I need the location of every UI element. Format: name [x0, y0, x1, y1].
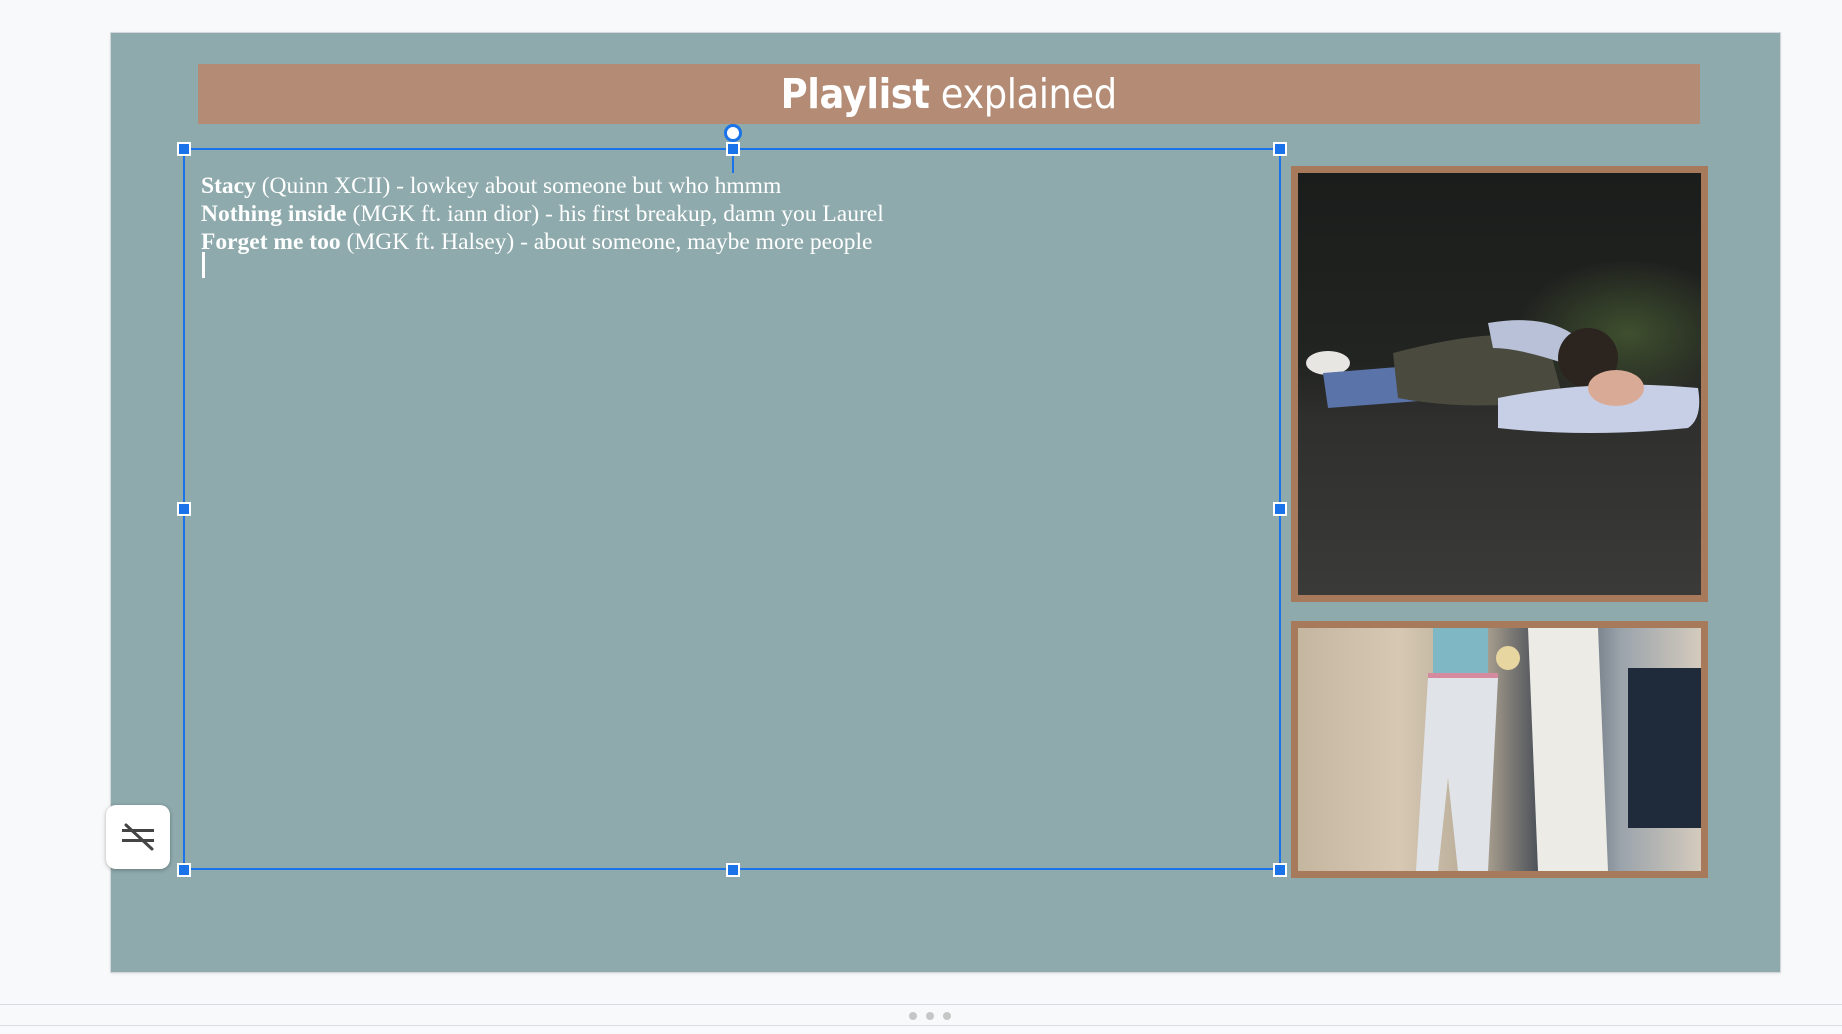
selected-text-box[interactable]: Stacy (Quinn XCII) - lowkey about someon…: [183, 148, 1281, 870]
playlist-line-1: Stacy (Quinn XCII) - lowkey about someon…: [201, 172, 884, 200]
slide-canvas[interactable]: Playlist explained Stacy (Quinn XCII) - …: [111, 33, 1780, 972]
resize-handle-bottom-right[interactable]: [1273, 863, 1287, 877]
rotate-handle[interactable]: [724, 124, 742, 142]
photo-people-holding-hands[interactable]: [1291, 621, 1708, 878]
photo-person-lying-on-road[interactable]: [1291, 166, 1708, 602]
clear-formatting-button[interactable]: [106, 805, 170, 869]
drag-handle-dots-icon[interactable]: [909, 1012, 951, 1020]
song-title: Nothing inside: [201, 201, 347, 227]
resize-handle-bottom-center[interactable]: [726, 863, 740, 877]
speaker-notes-divider[interactable]: [0, 1004, 1842, 1026]
resize-handle-top-left[interactable]: [177, 142, 191, 156]
resize-handle-middle-right[interactable]: [1273, 502, 1287, 516]
resize-handle-middle-left[interactable]: [177, 502, 191, 516]
title-bold-word: Playlist: [780, 70, 930, 118]
title-rest-word: explained: [929, 70, 1117, 118]
text-caret: [202, 252, 205, 278]
text-box-content[interactable]: Stacy (Quinn XCII) - lowkey about someon…: [201, 172, 884, 256]
song-title: Forget me too: [201, 229, 341, 255]
song-description: (MGK ft. iann dior) - his first breakup,…: [346, 201, 884, 227]
title-bar[interactable]: Playlist explained: [198, 64, 1700, 124]
photo-image: [1298, 173, 1701, 595]
playlist-line-3: Forget me too (MGK ft. Halsey) - about s…: [201, 228, 884, 256]
resize-handle-top-right[interactable]: [1273, 142, 1287, 156]
song-description: (Quinn XCII) - lowkey about someone but …: [255, 173, 782, 199]
resize-handle-top-center[interactable]: [726, 142, 740, 156]
resize-handle-bottom-left[interactable]: [177, 863, 191, 877]
slide-title: Playlist explained: [781, 70, 1117, 118]
playlist-line-2: Nothing inside (MGK ft. iann dior) - his…: [201, 200, 884, 228]
clear-formatting-icon: [122, 823, 154, 851]
song-title: Stacy: [201, 173, 256, 199]
song-description: (MGK ft. Halsey) - about someone, maybe …: [340, 229, 873, 255]
photo-image: [1298, 628, 1701, 871]
